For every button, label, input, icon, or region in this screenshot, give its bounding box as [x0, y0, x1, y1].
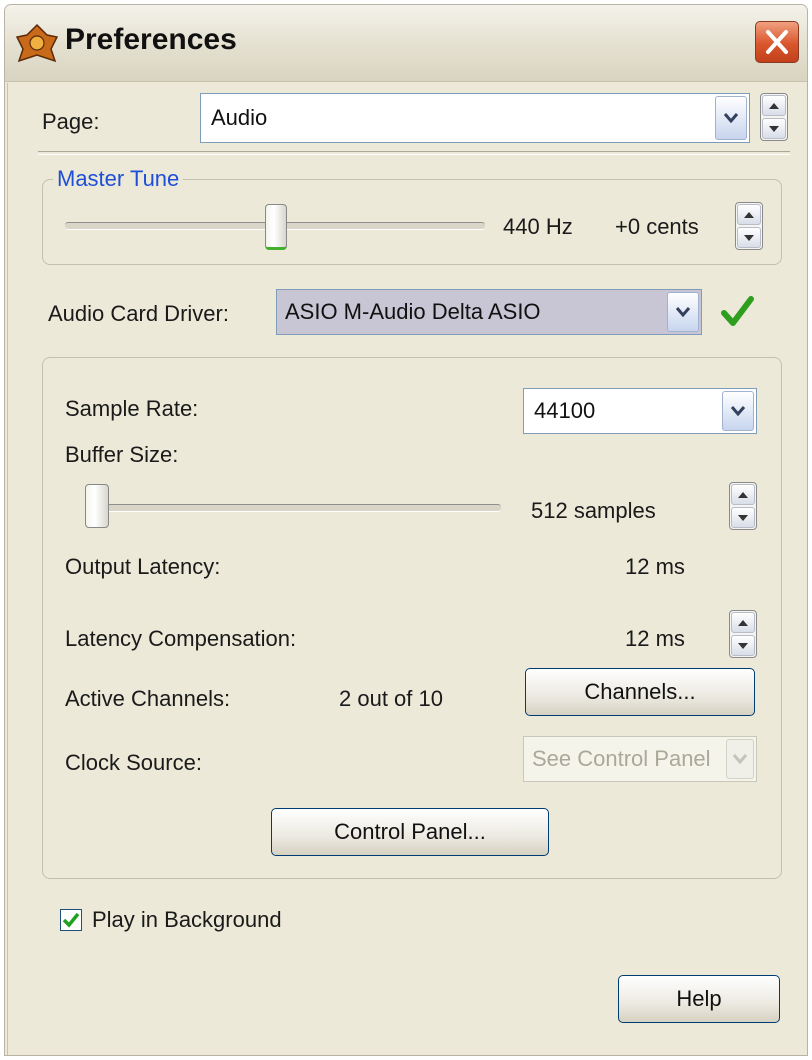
- output-latency-label: Output Latency:: [65, 554, 221, 579]
- latency-compensation-label: Latency Compensation:: [65, 626, 297, 651]
- sample-rate-label: Sample Rate:: [65, 396, 199, 421]
- page-label: Page:: [42, 109, 100, 134]
- master-tune-spinner-up[interactable]: [737, 204, 761, 225]
- close-button[interactable]: [755, 21, 799, 63]
- sample-rate-value: 44100: [534, 398, 596, 423]
- master-tune-group: Master Tune 440 Hz +0 cents: [42, 166, 782, 265]
- page-dropdown[interactable]: Audio: [200, 93, 750, 143]
- page-spinner[interactable]: [760, 93, 788, 141]
- reason-app-icon: [15, 23, 59, 63]
- latency-compensation-spinner-up[interactable]: [731, 612, 755, 633]
- arrow-up-icon: [738, 491, 748, 498]
- separator: [38, 151, 790, 155]
- audio-driver-dropdown-button[interactable]: [667, 292, 699, 332]
- preferences-window: Preferences Page: Audio Master Tune 440 …: [4, 4, 808, 1056]
- arrow-up-icon: [769, 102, 779, 109]
- checkmark-icon: [721, 296, 754, 326]
- page-dropdown-value: Audio: [211, 105, 268, 130]
- audio-settings-group: Sample Rate: 44100 Buffer Size: 512 samp…: [42, 357, 782, 879]
- chevron-down-icon: [732, 754, 748, 765]
- active-channels-value: 2 out of 10: [339, 686, 443, 711]
- buffer-size-slider-thumb[interactable]: [85, 484, 109, 528]
- buffer-size-spinner[interactable]: [729, 482, 757, 530]
- master-tune-spinner-down[interactable]: [737, 227, 761, 248]
- play-in-background-checkbox[interactable]: [60, 909, 82, 931]
- buffer-size-label: Buffer Size:: [65, 442, 179, 467]
- latency-compensation-spinner-down[interactable]: [731, 635, 755, 656]
- buffer-size-spinner-down[interactable]: [731, 507, 755, 528]
- master-tune-frequency: 440 Hz: [503, 214, 573, 239]
- arrow-up-icon: [738, 619, 748, 626]
- arrow-down-icon: [738, 642, 748, 649]
- dialog-body: Page: Audio Master Tune 440 Hz +0 cents …: [7, 83, 806, 1055]
- audio-driver-label: Audio Card Driver:: [48, 301, 229, 326]
- arrow-down-icon: [744, 234, 754, 241]
- sample-rate-dropdown-button[interactable]: [722, 391, 754, 431]
- close-icon: [766, 30, 788, 54]
- master-tune-cents: +0 cents: [615, 214, 699, 239]
- audio-driver-dropdown[interactable]: ASIO M-Audio Delta ASIO: [276, 289, 702, 335]
- chevron-down-icon: [723, 113, 739, 124]
- buffer-size-spinner-up[interactable]: [731, 484, 755, 505]
- active-channels-label: Active Channels:: [65, 686, 231, 711]
- clock-source-dropdown-button[interactable]: [726, 739, 754, 779]
- page-spinner-down[interactable]: [762, 118, 786, 139]
- clock-source-value: See Control Panel: [532, 746, 711, 771]
- channels-button[interactable]: Channels...: [525, 668, 755, 716]
- latency-compensation-value: 12 ms: [625, 626, 685, 651]
- check-icon: [62, 912, 80, 928]
- chevron-down-icon: [730, 406, 746, 417]
- master-tune-legend: Master Tune: [53, 166, 184, 192]
- play-in-background-label[interactable]: Play in Background: [92, 907, 282, 933]
- arrow-down-icon: [769, 125, 779, 132]
- window-title: Preferences: [65, 23, 237, 56]
- output-latency-value: 12 ms: [625, 554, 685, 579]
- latency-compensation-spinner[interactable]: [729, 610, 757, 658]
- help-button[interactable]: Help: [618, 975, 780, 1023]
- master-tune-slider-thumb[interactable]: [265, 204, 287, 250]
- buffer-size-slider-track[interactable]: [87, 504, 501, 512]
- clock-source-dropdown[interactable]: See Control Panel: [523, 736, 757, 782]
- clock-source-label: Clock Source:: [65, 750, 202, 775]
- arrow-up-icon: [744, 211, 754, 218]
- chevron-down-icon: [675, 307, 691, 318]
- sample-rate-dropdown[interactable]: 44100: [523, 388, 757, 434]
- title-bar[interactable]: Preferences: [5, 5, 807, 82]
- audio-driver-value: ASIO M-Audio Delta ASIO: [285, 299, 541, 324]
- buffer-size-value: 512 samples: [531, 498, 656, 523]
- control-panel-button[interactable]: Control Panel...: [271, 808, 549, 856]
- page-dropdown-button[interactable]: [715, 96, 747, 140]
- master-tune-spinner[interactable]: [735, 202, 763, 250]
- page-spinner-up[interactable]: [762, 95, 786, 116]
- arrow-down-icon: [738, 514, 748, 521]
